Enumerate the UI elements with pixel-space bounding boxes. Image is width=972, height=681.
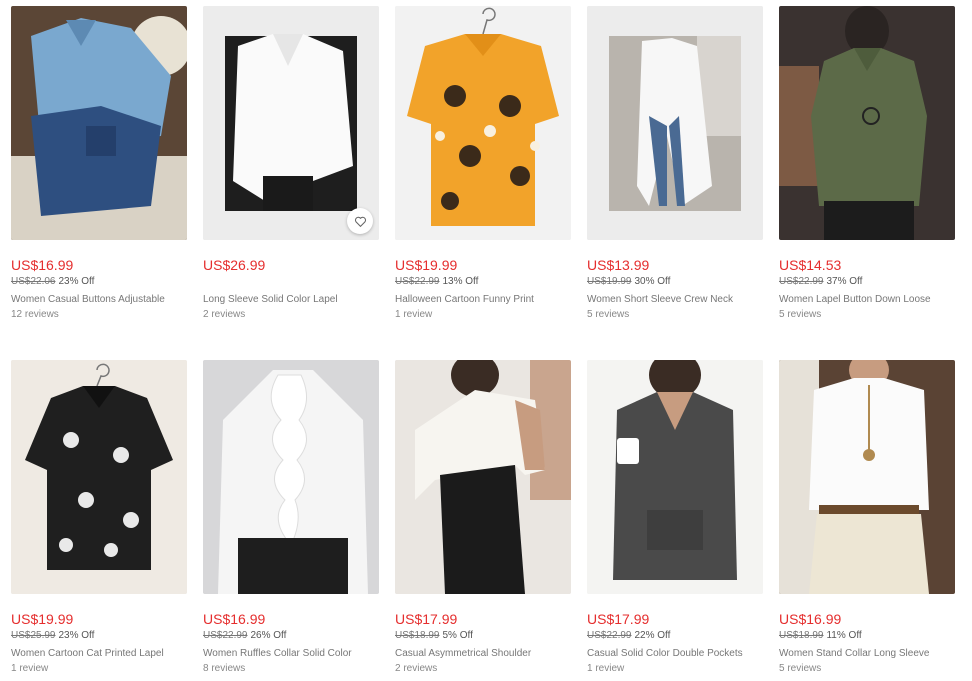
product-grid: US$16.99 US$22.06 23% Off Women Casual Bu… — [0, 0, 972, 681]
product-title[interactable]: Women Short Sleeve Crew Neck — [587, 294, 763, 306]
product-card[interactable]: US$13.99 US$19.99 30% Off Women Short Sle… — [587, 6, 763, 321]
review-count[interactable]: 5 reviews — [779, 663, 955, 675]
review-count[interactable]: 8 reviews — [203, 663, 379, 675]
product-title[interactable]: Women Ruffles Collar Solid Color — [203, 648, 379, 660]
original-price: US$22.99 — [203, 630, 248, 641]
product-card[interactable]: US$14.53 US$22.99 37% Off Women Lapel But… — [779, 6, 955, 321]
heart-icon — [354, 216, 366, 227]
product-card[interactable]: US$16.99 US$22.06 23% Off Women Casual Bu… — [11, 6, 187, 321]
original-price: US$25.99 — [11, 630, 56, 641]
product-title[interactable]: Casual Solid Color Double Pockets — [587, 648, 763, 660]
price: US$17.99 — [587, 611, 650, 627]
review-count[interactable]: 1 review — [11, 663, 187, 675]
review-count[interactable]: 1 review — [395, 309, 571, 321]
product-image[interactable] — [779, 6, 955, 240]
original-price-line: US$22.99 22% Off — [587, 630, 763, 646]
price: US$17.99 — [395, 611, 458, 627]
discount-label: 30% Off — [634, 276, 671, 287]
discount-label: 37% Off — [826, 276, 863, 287]
wishlist-button[interactable] — [347, 208, 373, 234]
product-image[interactable] — [395, 6, 571, 240]
product-card[interactable]: US$17.99 US$22.99 22% Off Casual Solid Co… — [587, 360, 763, 675]
discount-label: 13% Off — [442, 276, 479, 287]
original-price: US$22.99 — [395, 276, 440, 287]
review-count[interactable]: 12 reviews — [11, 309, 187, 321]
original-price-line: US$22.99 37% Off — [779, 276, 955, 292]
product-title[interactable]: Women Lapel Button Down Loose — [779, 294, 955, 306]
price: US$19.99 — [11, 611, 74, 627]
original-price-line: US$22.99 26% Off — [203, 630, 379, 646]
original-price-line: US$22.99 13% Off — [395, 276, 571, 292]
discount-label: 5% Off — [442, 630, 473, 641]
original-price: US$18.99 — [779, 630, 824, 641]
price: US$16.99 — [11, 257, 74, 273]
product-image[interactable] — [11, 6, 187, 240]
product-card[interactable]: US$16.99 US$22.99 26% Off Women Ruffles C… — [203, 360, 379, 675]
price: US$16.99 — [779, 611, 842, 627]
product-card[interactable]: US$19.99 US$22.99 13% Off Halloween Carto… — [395, 6, 571, 321]
original-price-line — [203, 276, 379, 292]
original-price-line: US$25.99 23% Off — [11, 630, 187, 646]
original-price: US$22.99 — [587, 630, 632, 641]
discount-label: 23% Off — [58, 276, 95, 287]
product-title[interactable]: Long Sleeve Solid Color Lapel — [203, 294, 379, 306]
original-price: US$18.99 — [395, 630, 440, 641]
product-image[interactable] — [587, 6, 763, 240]
discount-label: 11% Off — [826, 630, 862, 641]
original-price-line: US$18.99 11% Off — [779, 630, 955, 646]
product-title[interactable]: Halloween Cartoon Funny Print — [395, 294, 571, 306]
product-card[interactable]: US$19.99 US$25.99 23% Off Women Cartoon C… — [11, 360, 187, 675]
original-price: US$22.99 — [779, 276, 824, 287]
discount-label: 26% Off — [250, 630, 287, 641]
price: US$16.99 — [203, 611, 266, 627]
review-count[interactable]: 2 reviews — [203, 309, 379, 321]
review-count[interactable]: 5 reviews — [779, 309, 955, 321]
product-card[interactable]: US$26.99 Long Sleeve Solid Color Lapel 2… — [203, 6, 379, 321]
price: US$13.99 — [587, 257, 650, 273]
original-price: US$19.99 — [587, 276, 632, 287]
price: US$19.99 — [395, 257, 458, 273]
original-price: US$22.06 — [11, 276, 56, 287]
product-title[interactable]: Women Cartoon Cat Printed Lapel — [11, 648, 187, 660]
review-count[interactable]: 1 review — [587, 663, 763, 675]
review-count[interactable]: 5 reviews — [587, 309, 763, 321]
original-price-line: US$18.99 5% Off — [395, 630, 571, 646]
product-image[interactable] — [203, 6, 379, 240]
product-title[interactable]: Women Stand Collar Long Sleeve — [779, 648, 955, 660]
product-image[interactable] — [11, 360, 187, 594]
product-title[interactable]: Women Casual Buttons Adjustable — [11, 294, 187, 306]
price: US$14.53 — [779, 257, 842, 273]
discount-label: 22% Off — [634, 630, 671, 641]
original-price-line: US$22.06 23% Off — [11, 276, 187, 292]
product-image[interactable] — [203, 360, 379, 594]
product-title[interactable]: Casual Asymmetrical Shoulder — [395, 648, 571, 660]
product-card[interactable]: US$17.99 US$18.99 5% Off Casual Asymmetri… — [395, 360, 571, 675]
discount-label: 23% Off — [58, 630, 95, 641]
product-image[interactable] — [395, 360, 571, 594]
product-image[interactable] — [779, 360, 955, 594]
product-image[interactable] — [587, 360, 763, 594]
price: US$26.99 — [203, 257, 266, 273]
review-count[interactable]: 2 reviews — [395, 663, 571, 675]
original-price-line: US$19.99 30% Off — [587, 276, 763, 292]
product-card[interactable]: US$16.99 US$18.99 11% Off Women Stand Col… — [779, 360, 955, 675]
